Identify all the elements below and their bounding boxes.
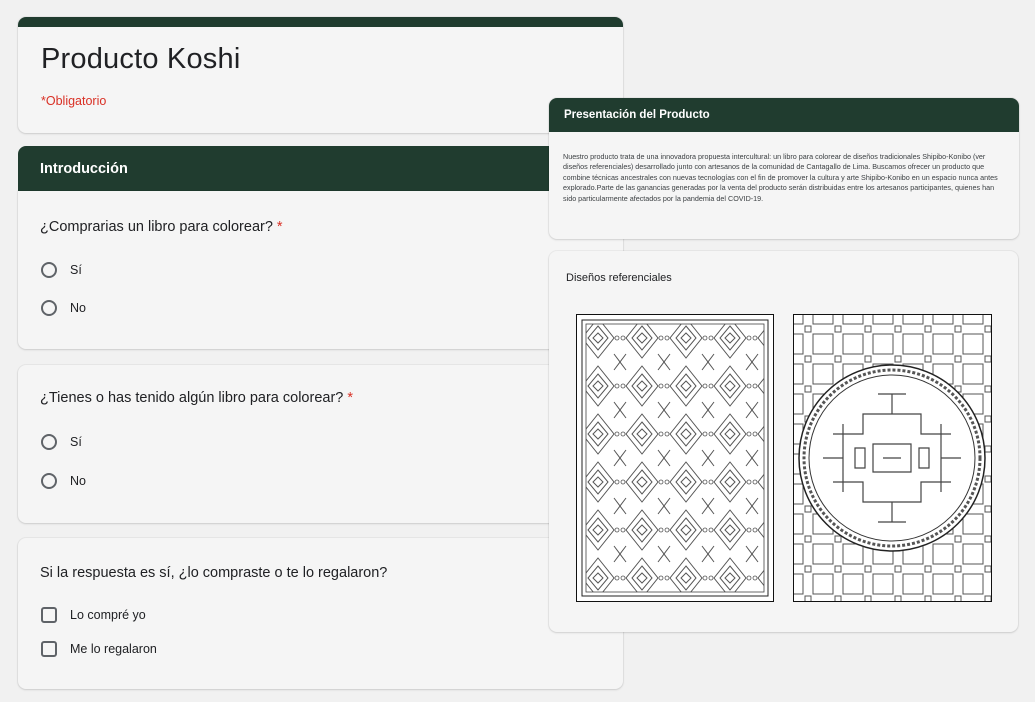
shipibo-pattern-circle-image <box>793 314 992 602</box>
question-text: ¿Tienes o has tenido algún libro para co… <box>40 390 344 406</box>
radio-option-no[interactable]: No <box>41 473 86 489</box>
section-title: Introducción <box>40 161 128 177</box>
question-title: Si la respuesta es sí, ¿lo compraste o t… <box>40 565 387 581</box>
question-title: ¿Comprarias un libro para colorear? * <box>40 219 283 235</box>
radio-button[interactable] <box>41 262 57 278</box>
question-card-3: Si la respuesta es sí, ¿lo compraste o t… <box>18 538 623 689</box>
radio-option-si[interactable]: Sí <box>41 262 82 278</box>
presentation-card: Presentación del Producto Nuestro produc… <box>549 98 1019 239</box>
question-text: ¿Comprarias un libro para colorear? <box>40 219 273 235</box>
radio-option-no[interactable]: No <box>41 300 86 316</box>
radio-button[interactable] <box>41 473 57 489</box>
presentation-title: Presentación del Producto <box>564 109 710 121</box>
required-asterisk: * <box>276 219 283 235</box>
option-label: Sí <box>70 435 82 449</box>
shipibo-pattern-rhombus-image <box>576 314 774 602</box>
option-label: Lo compré yo <box>70 608 146 622</box>
checkbox[interactable] <box>41 641 57 657</box>
option-label: Me lo regalaron <box>70 642 157 656</box>
radio-button[interactable] <box>41 300 57 316</box>
question-card-2: ¿Tienes o has tenido algún libro para co… <box>18 365 623 523</box>
checkbox[interactable] <box>41 607 57 623</box>
option-label: No <box>70 474 86 488</box>
designs-card: Diseños referenciales <box>549 251 1018 632</box>
required-asterisk: * <box>347 390 353 406</box>
option-label: Sí <box>70 263 82 277</box>
required-note: *Obligatorio <box>41 94 107 108</box>
title-accent-bar <box>18 17 623 27</box>
form-title: Producto Koshi <box>41 43 241 75</box>
radio-option-si[interactable]: Sí <box>41 434 82 450</box>
section-header: Introducción <box>18 146 623 191</box>
question-title: ¿Tienes o has tenido algún libro para co… <box>40 390 353 406</box>
checkbox-option-compre[interactable]: Lo compré yo <box>41 607 146 623</box>
presentation-header: Presentación del Producto <box>549 98 1019 132</box>
option-label: No <box>70 301 86 315</box>
question-text: Si la respuesta es sí, ¿lo compraste o t… <box>40 565 388 581</box>
presentation-description: Nuestro producto trata de una innovadora… <box>563 152 998 203</box>
question-card-1: ¿Comprarias un libro para colorear? * Sí … <box>18 191 623 349</box>
checkbox-option-regalaron[interactable]: Me lo regalaron <box>41 641 157 657</box>
radio-button[interactable] <box>41 434 57 450</box>
form-title-card: Producto Koshi *Obligatorio <box>18 17 623 133</box>
designs-title: Diseños referenciales <box>566 272 672 284</box>
